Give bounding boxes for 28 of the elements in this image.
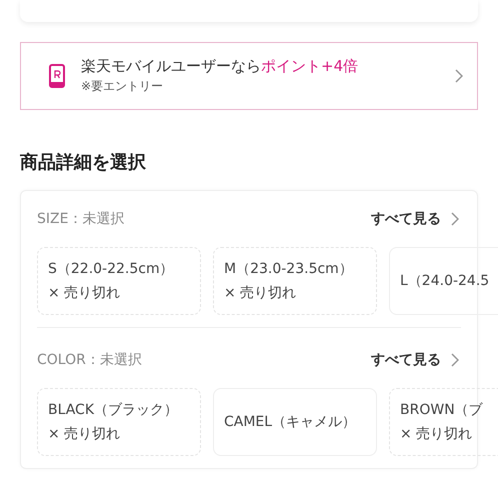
option-chip[interactable]: CAMEL（キャメル）: [213, 388, 377, 456]
see-all-link[interactable]: すべて見る: [371, 210, 459, 228]
sold-out-note: × 売り切れ: [48, 284, 122, 302]
phone-icon: [49, 64, 65, 88]
option-chip[interactable]: BROWN（ブ × 売り切れ: [389, 388, 498, 456]
sold-out-note: × 売り切れ: [224, 284, 298, 302]
option-chip[interactable]: S（22.0-22.5cm） × 売り切れ: [37, 247, 201, 315]
chevron-icon: [451, 353, 459, 367]
promo-text: 楽天モバイルユーザーならポイント+4倍: [81, 57, 360, 76]
option-name: BLACK（ブラック）: [48, 401, 180, 419]
option-name: L（24.0-24.5: [400, 272, 490, 290]
option-name: S（22.0-22.5cm）: [48, 260, 175, 278]
option-name: M（23.0-23.5cm）: [224, 260, 354, 278]
sold-out-note: × 売り切れ: [48, 425, 122, 443]
chevron-icon: [451, 212, 459, 226]
option-label: COLOR：未選択: [37, 351, 142, 369]
sold-out-note: × 売り切れ: [400, 425, 474, 443]
option-chip[interactable]: BLACK（ブラック） × 売り切れ: [37, 388, 201, 456]
chevron-icon: [455, 69, 463, 83]
see-all-link[interactable]: すべて見る: [371, 351, 459, 369]
option-name: CAMEL（キャメル）: [224, 413, 358, 431]
option-chip[interactable]: M（23.0-23.5cm） × 売り切れ: [213, 247, 377, 315]
promo-note: ※要エントリー: [81, 78, 164, 95]
option-label: SIZE：未選択: [37, 210, 124, 228]
option-name: BROWN（ブ: [400, 401, 484, 419]
promo-banner[interactable]: 楽天モバイルユーザーならポイント+4倍 ※要エントリー: [20, 42, 478, 110]
section-heading: 商品詳細を選択: [20, 151, 147, 174]
option-chip[interactable]: L（24.0-24.5: [389, 247, 498, 315]
